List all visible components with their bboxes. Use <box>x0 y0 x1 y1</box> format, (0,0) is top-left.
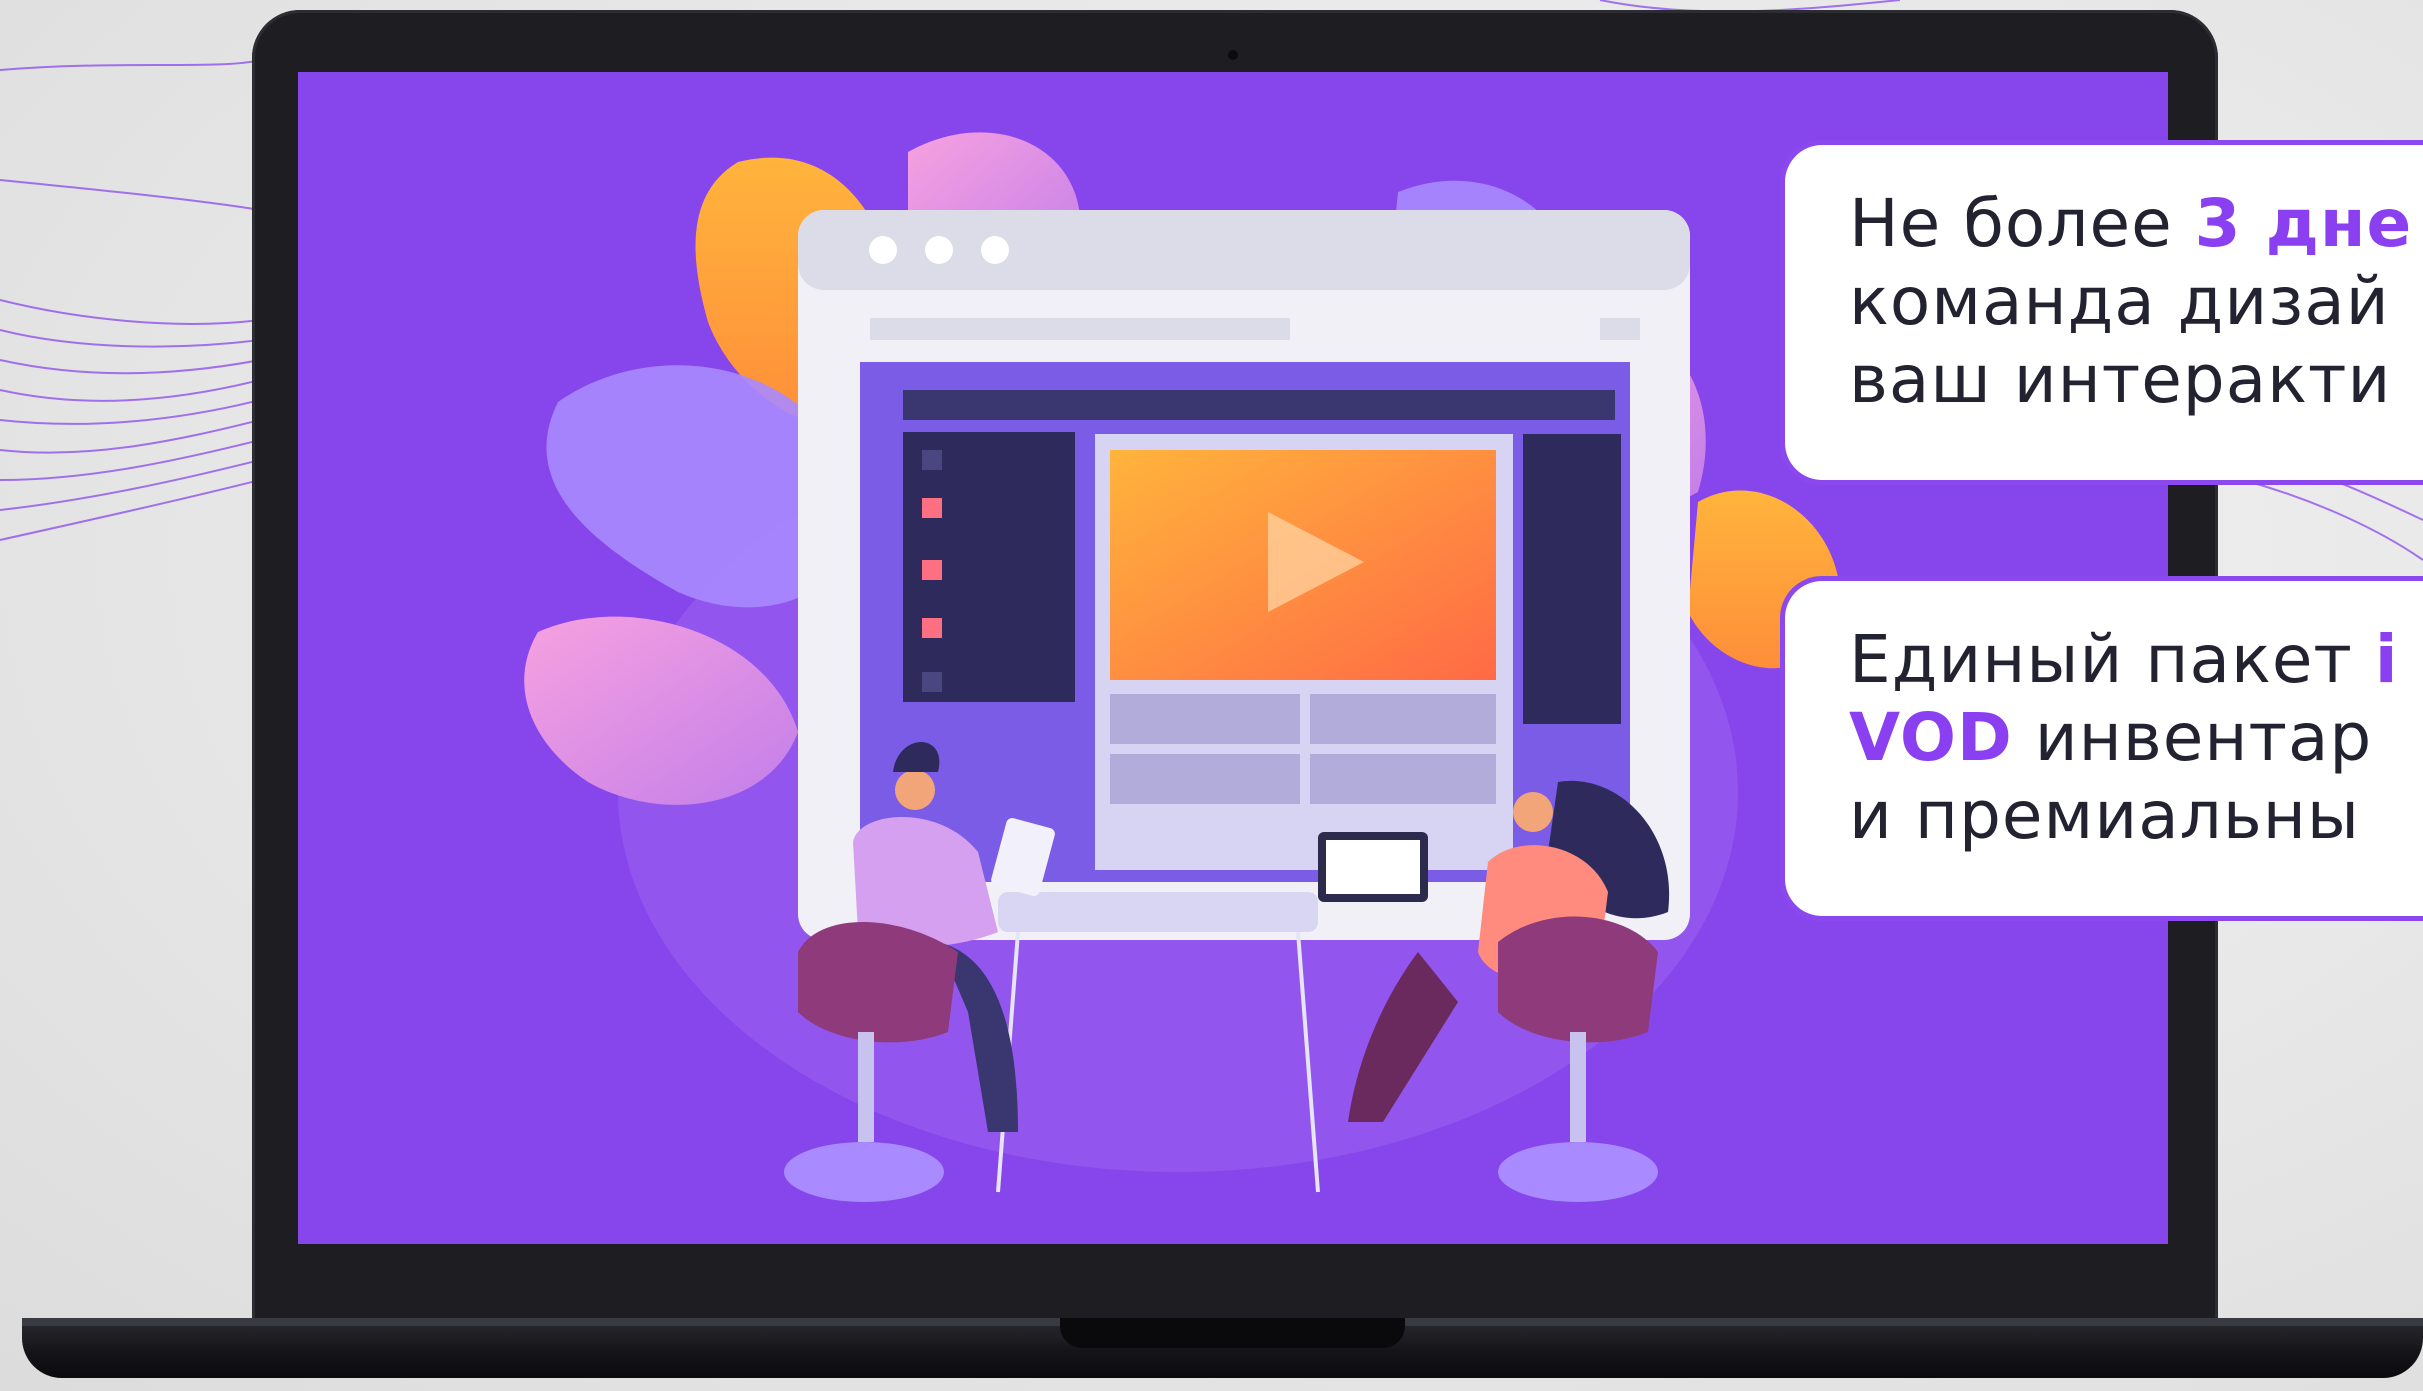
card-1-highlight: 3 дне <box>2194 185 2413 262</box>
info-card-delivery: Не более 3 дне команда дизай ваш интерак… <box>1780 140 2423 485</box>
window-dots-icon <box>869 236 1009 264</box>
card-2-prefix: Единый пакет <box>1849 621 2375 698</box>
info-card-package: Единый пакет i VOD инвентар и премиальны <box>1780 576 2423 921</box>
card-2-vod-label: VOD <box>1849 699 2013 776</box>
card-2-line-1: Единый пакет i <box>1849 621 2423 699</box>
card-2-highlight: i <box>2374 621 2399 698</box>
card-2-suffix: инвентар <box>2012 699 2373 776</box>
card-1-line-2: команда дизай <box>1849 263 2390 340</box>
card-2-line-2: VOD инвентар <box>1849 699 2423 777</box>
stage: Не более 3 дне команда дизай ваш интерак… <box>0 0 2423 1391</box>
laptop-notch <box>1060 1318 1405 1348</box>
camera-icon <box>1228 50 1238 60</box>
card-2-line-3: и премиальны <box>1849 777 2360 854</box>
card-1-line-3: ваш интеракти <box>1849 341 2392 418</box>
card-1-prefix: Не более <box>1849 185 2195 262</box>
card-1-line-1: Не более 3 дне <box>1849 185 2423 263</box>
